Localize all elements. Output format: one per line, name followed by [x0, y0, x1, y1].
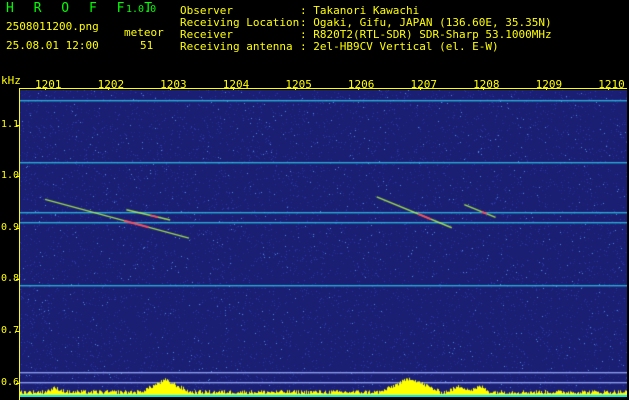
- x-tick-label: 1201: [35, 78, 62, 91]
- antenna-key: Receiving antenna: [180, 40, 293, 53]
- x-tick-label: 1209: [535, 78, 563, 91]
- spectrogram: [20, 90, 627, 397]
- x-tick-label: 1207: [410, 78, 437, 91]
- x-tick-label: 1206: [347, 78, 375, 91]
- meteor-count: 51: [140, 39, 154, 52]
- y-axis-unit: kHz: [1, 74, 21, 87]
- x-tick-label: 1205: [285, 78, 312, 91]
- app-version: 1.0.0: [126, 4, 157, 15]
- date-time: 25.08.01 12:00: [6, 39, 99, 52]
- x-tick-label: 1203: [160, 78, 187, 91]
- x-tick-label: 1210: [598, 78, 625, 91]
- file-name: 2508011200.png: [6, 20, 99, 33]
- antenna-value: : 2el-HB9CV Vertical (el. E-W): [300, 40, 499, 53]
- meteor-label: meteor: [124, 26, 164, 39]
- x-tick-label: 1208: [473, 78, 500, 91]
- spectrogram-canvas: [20, 90, 627, 397]
- x-tick-label: 1204: [222, 78, 250, 91]
- x-tick-label: 1202: [97, 78, 125, 91]
